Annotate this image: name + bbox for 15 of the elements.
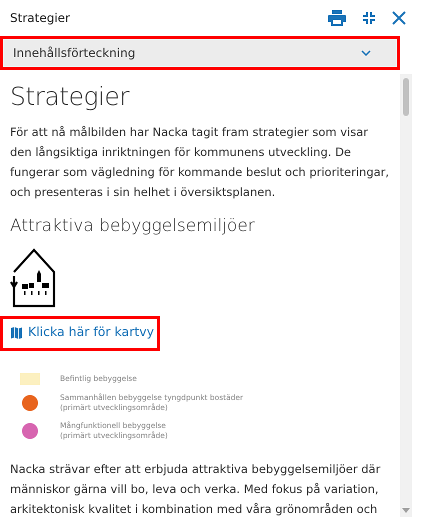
collapse-icon[interactable]: [362, 11, 376, 25]
caret-icon: [361, 50, 371, 56]
page-heading: Strategier: [10, 82, 130, 112]
section-heading: Attraktiva bebyggelsemiljöer: [10, 216, 256, 236]
scrollbar-thumb[interactable]: [403, 78, 409, 116]
panel-title: Strategier: [10, 10, 70, 27]
map-icon: [11, 326, 22, 339]
close-icon[interactable]: [392, 11, 406, 25]
body-paragraph: Nacka strävar efter att erbjuda attraktiva bebyggelsemiljöer där människor gärna vill bo, leva och verka. Med fokus på variation, arkitektonisk kvalitet i kombination med våra grönområden och: [10, 461, 382, 517]
intro-paragraph: För att nå målbilden har Nacka tagit fram strategier som visar den långsiktiga inriktningen för kommunens utveckling. De fungerar som vägledning för kommande beslut och prioriteringar, och presenteras i sin helhet i översiktsplanen.: [10, 124, 390, 201]
print-icon[interactable]: [328, 10, 346, 26]
map-view-link[interactable]: Klicka här för kartvy: [28, 323, 154, 342]
toc-dropdown[interactable]: Innehållsförteckning: [3, 39, 397, 67]
scrollbar[interactable]: [400, 74, 412, 517]
house-icon: [10, 246, 58, 308]
